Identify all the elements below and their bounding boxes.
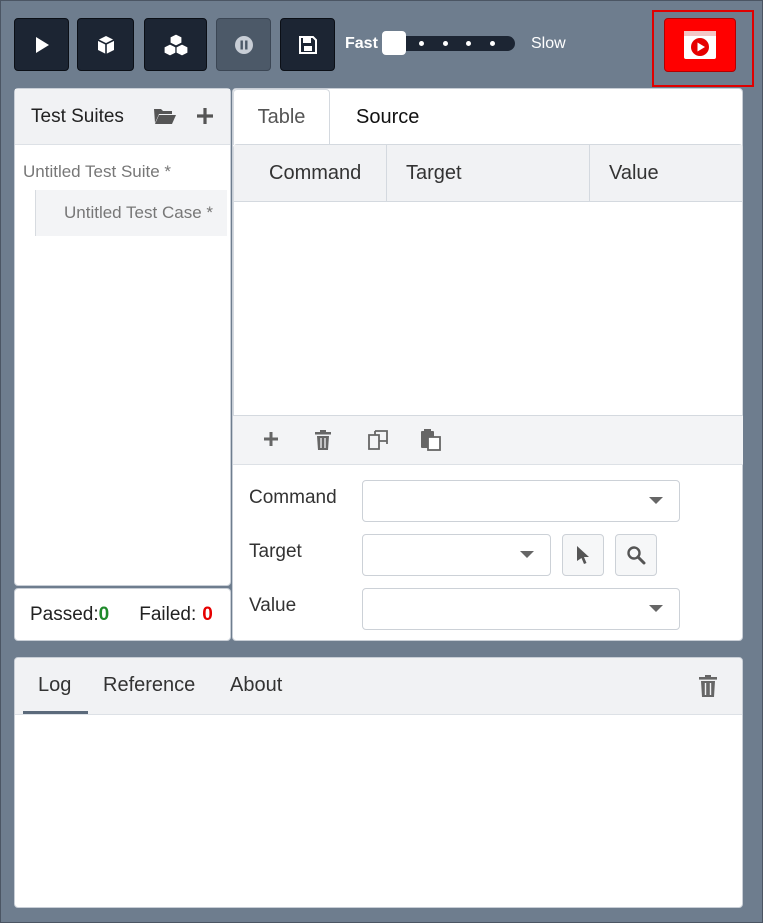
command-select[interactable] xyxy=(362,480,680,522)
target-label: Target xyxy=(249,541,302,562)
clear-log-icon[interactable] xyxy=(698,674,718,703)
log-tabs: Log Reference About xyxy=(15,658,742,715)
add-suite-icon[interactable] xyxy=(195,106,215,131)
test-case-item[interactable]: Untitled Test Case * xyxy=(35,190,227,236)
pause-icon xyxy=(234,35,253,54)
failed-label: Failed: xyxy=(139,603,197,625)
speed-slow-label: Slow xyxy=(531,35,566,52)
search-icon xyxy=(627,546,646,565)
select-target-button[interactable] xyxy=(562,534,604,576)
paste-icon[interactable] xyxy=(420,429,442,456)
command-table-header: Command Target Value xyxy=(234,145,742,202)
speed-fast-label: Fast xyxy=(345,35,378,52)
tab-about[interactable]: About xyxy=(230,674,282,697)
tab-reference[interactable]: Reference xyxy=(103,674,195,697)
slider-tick xyxy=(419,41,424,46)
add-command-icon[interactable] xyxy=(261,429,281,454)
chevron-down-icon xyxy=(649,605,663,612)
test-suites-header: Test Suites xyxy=(15,89,230,145)
test-suite-item[interactable]: Untitled Test Suite * xyxy=(23,162,171,182)
column-target: Target xyxy=(387,145,590,202)
play-icon xyxy=(35,36,49,53)
cube-icon xyxy=(97,35,114,54)
play-button[interactable] xyxy=(14,18,69,71)
cursor-icon xyxy=(577,546,589,564)
test-suites-panel: Test Suites Untitled Test Suite * Untitl… xyxy=(14,88,231,586)
column-value-label: Value xyxy=(609,162,659,184)
active-tab-indicator xyxy=(23,711,88,714)
chevron-down-icon xyxy=(520,551,534,558)
command-table: Command Target Value xyxy=(233,144,743,416)
tab-source[interactable]: Source xyxy=(356,89,419,145)
speed-slider-thumb[interactable] xyxy=(382,31,406,55)
slider-tick xyxy=(490,41,495,46)
save-button[interactable] xyxy=(280,18,335,71)
save-icon xyxy=(298,35,317,54)
test-case-label: Untitled Test Case * xyxy=(64,203,213,222)
tab-table[interactable]: Table xyxy=(233,89,330,145)
results-panel: Passed: 0 Failed: 0 xyxy=(14,588,231,641)
target-select[interactable] xyxy=(362,534,551,576)
slider-tick xyxy=(443,41,448,46)
editor-tabs: Table Source xyxy=(233,89,742,145)
command-toolbar xyxy=(233,416,743,465)
find-target-button[interactable] xyxy=(615,534,657,576)
command-label: Command xyxy=(249,487,337,508)
chevron-down-icon xyxy=(649,497,663,504)
copy-icon[interactable] xyxy=(367,429,391,456)
passed-count: 0 xyxy=(98,603,110,625)
test-suites-title: Test Suites xyxy=(31,105,124,127)
slider-tick xyxy=(466,41,471,46)
speed-slider[interactable] xyxy=(393,36,515,51)
play-all-button[interactable] xyxy=(144,18,207,71)
value-select[interactable] xyxy=(362,588,680,630)
delete-command-icon[interactable] xyxy=(314,429,332,456)
passed-label: Passed: xyxy=(30,603,99,625)
record-button[interactable] xyxy=(664,18,736,72)
column-target-label: Target xyxy=(406,162,462,184)
record-icon xyxy=(684,31,716,59)
column-value: Value xyxy=(590,145,743,202)
value-label: Value xyxy=(249,595,297,616)
pause-button[interactable] xyxy=(216,18,271,71)
tab-log[interactable]: Log xyxy=(38,674,71,697)
column-command: Command xyxy=(234,145,387,202)
open-folder-icon[interactable] xyxy=(153,106,177,131)
column-command-label: Command xyxy=(269,162,362,184)
test-editor-panel: Table Source Command Target Value Comman… xyxy=(232,88,743,641)
cubes-icon xyxy=(162,32,189,57)
log-panel: Log Reference About xyxy=(14,657,743,908)
play-suite-button[interactable] xyxy=(77,18,134,71)
failed-count: 0 xyxy=(202,603,213,625)
